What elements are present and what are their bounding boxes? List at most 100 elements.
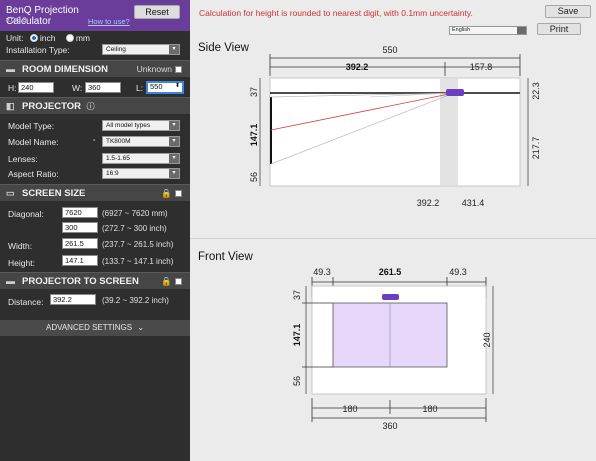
model-name-select[interactable]: TK800M ▾	[102, 136, 180, 147]
room-dimension-section: ▬ ROOM DIMENSION Unknown	[0, 60, 190, 77]
half-left-label: 180	[342, 404, 357, 414]
unit-inch-label: inch	[39, 33, 56, 43]
unit-mm-label: mm	[75, 33, 90, 43]
unknown-label: Unknown	[136, 64, 172, 74]
front-bottom-offset-label: 56	[292, 376, 302, 386]
distance-label: Distance:	[8, 297, 44, 307]
installation-value: Ceiling	[106, 46, 126, 53]
aspect-ratio-value: 16:9	[106, 170, 119, 177]
advanced-settings-label: ADVANCED SETTINGS	[45, 323, 133, 332]
width-label: Width:	[8, 241, 33, 251]
projector-title: PROJECTOR	[22, 101, 81, 112]
projector-to-screen-section: ▬ PROJECTOR TO SCREEN 🔒	[0, 272, 190, 289]
unknown-checkbox[interactable]	[175, 66, 182, 73]
diagonal-label: Diagonal:	[8, 209, 44, 219]
brand-header: BenQ Projection Calculator v.0.9.3 How t…	[0, 0, 190, 31]
bottom-offset-label: 56	[249, 172, 259, 182]
screen-icon: ▭	[6, 188, 15, 198]
unit-mm-radio[interactable]	[65, 34, 74, 42]
chevron-down-icon: ⌄	[137, 323, 145, 332]
front-top-offset-label: 37	[292, 290, 302, 300]
unknown-toggle[interactable]: Unknown	[137, 61, 182, 78]
room-h-label: H:	[8, 83, 17, 93]
screen-lock-toggle[interactable]: 🔒	[161, 185, 182, 202]
chevron-down-icon: ▾	[169, 45, 179, 54]
model-type-label: Model Type:	[8, 121, 55, 131]
aspect-ratio-select[interactable]: 16:9 ▾	[102, 168, 180, 179]
model-name-label: Model Name:	[8, 137, 59, 147]
room-w-label: W:	[72, 83, 83, 93]
model-type-select[interactable]: All model types ▾	[102, 120, 180, 131]
bottom-right-label: 431.4	[462, 198, 485, 208]
diagonal-mm-range: (6927 ~ 7620 mm)	[102, 209, 168, 218]
total-length-label: 550	[382, 45, 397, 55]
room-dimension-title: ROOM DIMENSION	[22, 64, 109, 75]
installation-select[interactable]: Ceiling ▾	[102, 44, 180, 55]
projector-to-screen-title: PROJECTOR TO SCREEN	[22, 276, 139, 287]
room-width-input[interactable]: 360	[85, 82, 121, 93]
distance-main-label: 392.2	[346, 62, 369, 72]
distance-icon: ▬	[6, 276, 15, 286]
right-margin-label: 49.3	[449, 267, 467, 277]
projector-shape	[446, 89, 464, 96]
save-button[interactable]: Save	[545, 5, 591, 18]
installation-label: Installation Type:	[6, 45, 70, 55]
room-l-label: L:	[136, 83, 144, 93]
room-length-input[interactable]: 550 ⬍	[146, 81, 184, 94]
chevron-down-icon: ▾	[169, 154, 179, 163]
left-margin-label: 49.3	[313, 267, 331, 277]
info-icon[interactable]: ⓘ	[87, 102, 95, 111]
distance-input[interactable]: 392.2	[50, 294, 96, 305]
unit-row: Unit: inch mm	[6, 33, 90, 43]
language-value: English	[452, 27, 471, 33]
unit-label: Unit:	[6, 33, 24, 43]
remainder-label: 157.8	[470, 62, 493, 72]
screen-width-range: (237.7 ~ 261.5 inch)	[102, 240, 174, 249]
screen-size-title: SCREEN SIZE	[22, 188, 86, 199]
screen-height-label: 147.1	[249, 124, 259, 147]
projector-icon: ◧	[6, 101, 15, 111]
distance-range: (39.2 ~ 392.2 inch)	[102, 296, 169, 305]
screen-height-range: (133.7 ~ 147.1 inch)	[102, 257, 174, 266]
screen-width-input[interactable]: 261.5	[62, 238, 98, 249]
side-view-diagram: 550 392.2 157.8 37 147.1 56 22.3 217.7 3…	[249, 45, 541, 208]
rounding-notice: Calculation for height is rounded to nea…	[199, 8, 473, 18]
distance-lock-toggle[interactable]: 🔒	[161, 273, 182, 290]
right-height-label: 217.7	[531, 137, 541, 160]
room-length-value: 550	[150, 82, 163, 91]
language-select[interactable]: English	[449, 26, 527, 35]
screen-width-label: 261.5	[379, 267, 402, 277]
ruler-icon: ▬	[6, 64, 15, 74]
right-top-label: 22.3	[531, 82, 541, 100]
chevron-down-icon: ▾	[169, 169, 179, 178]
model-name-value: TK800M	[106, 138, 131, 145]
model-type-value: All model types	[106, 122, 151, 129]
diagonal-inch-input[interactable]: 300	[62, 222, 98, 233]
diagonal-inch-range: (272.7 ~ 300 inch)	[102, 224, 167, 233]
model-info-icon[interactable]: ◔	[91, 136, 96, 145]
distance-lock-checkbox[interactable]	[175, 278, 182, 285]
half-right-label: 180	[422, 404, 437, 414]
screen-height-input[interactable]: 147.1	[62, 255, 98, 266]
room-height-input[interactable]: 240	[18, 82, 54, 93]
unit-inch-radio[interactable]	[29, 34, 38, 42]
how-to-use-link[interactable]: How to use?	[88, 17, 130, 26]
front-screen-height-label: 147.1	[292, 324, 302, 347]
lock-icon: 🔒	[161, 276, 172, 286]
print-button[interactable]: Print	[537, 23, 581, 35]
room-height-label: 240	[482, 332, 492, 347]
view-divider	[190, 238, 596, 239]
reset-button[interactable]: Reset	[134, 5, 180, 19]
lenses-select[interactable]: 1.5-1.65 ▾	[102, 153, 180, 164]
chevron-down-icon: ▾	[169, 137, 179, 146]
stepper-icon[interactable]: ⬍	[175, 83, 180, 90]
screen-lock-checkbox[interactable]	[175, 190, 182, 197]
chevron-down-icon: ▾	[169, 121, 179, 130]
advanced-settings-toggle[interactable]: ADVANCED SETTINGS ⌄	[0, 320, 190, 336]
lenses-value: 1.5-1.65	[106, 155, 130, 162]
diagonal-mm-input[interactable]: 7620	[62, 207, 98, 218]
front-view-diagram: 49.3 261.5 49.3 37 147.1 56 240 180 180 …	[292, 267, 494, 431]
height-label: Height:	[8, 258, 35, 268]
aspect-ratio-label: Aspect Ratio:	[8, 169, 59, 179]
lenses-label: Lenses:	[8, 154, 38, 164]
